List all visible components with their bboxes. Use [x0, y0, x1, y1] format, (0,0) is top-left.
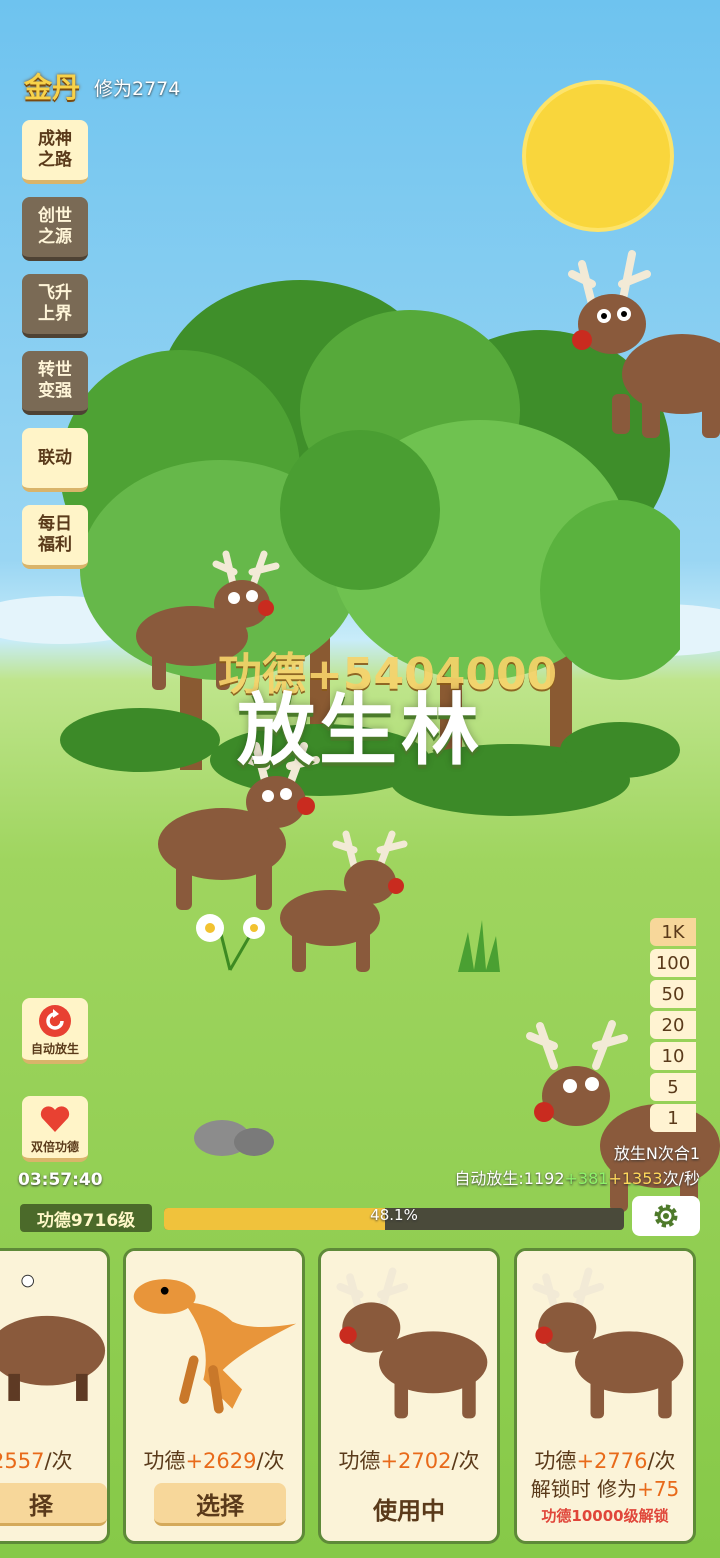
origin-of-creation-button[interactable]: 创世 之源 — [22, 197, 88, 261]
collab-button[interactable]: 联动 — [22, 428, 88, 492]
select-button[interactable]: 择 — [0, 1483, 107, 1526]
scene-title: 放生林 — [236, 686, 483, 776]
refresh-icon — [39, 1005, 71, 1037]
reindeer-sprite — [568, 250, 720, 438]
animal-card-boar[interactable]: 2557/次 择 — [0, 1248, 110, 1544]
ascension-button[interactable]: 飞升 上界 — [22, 274, 88, 338]
card-merit: 2557/次 — [0, 1449, 73, 1473]
road-to-godhood-button[interactable]: 成神 之路 — [22, 120, 88, 184]
sun-icon — [522, 80, 674, 232]
auto-release-rate: 自动放生:1192+381+1353次/秒 — [454, 1169, 700, 1188]
multiplier-100[interactable]: 100 — [650, 949, 696, 977]
realm-label: 金丹 — [24, 71, 81, 104]
game-scene: 金丹 修为2774 成神 之路 创世 之源 飞升 上界 转世 变强 联动 每日 … — [0, 0, 720, 1558]
rocks — [194, 1120, 274, 1156]
reindeer-icon — [517, 1251, 693, 1431]
multiplier-5[interactable]: 5 — [650, 1073, 696, 1101]
unlock-requirement: 功德10000级解锁 — [541, 1507, 669, 1525]
animal-card-reindeer-locked[interactable]: 功德+2776/次 解锁时 修为+75 功德10000级解锁 — [514, 1248, 696, 1544]
raptor-icon — [126, 1251, 302, 1431]
reindeer-sprite — [280, 830, 408, 972]
animal-card-reindeer-active[interactable]: 功德+2702/次 使用中 — [318, 1248, 500, 1544]
auto-release-button[interactable]: 自动放生 — [22, 998, 88, 1064]
multiplier-20[interactable]: 20 — [650, 1011, 696, 1039]
card-merit: 功德+2776/次 — [534, 1449, 676, 1473]
boost-timer: 03:57:40 — [18, 1170, 103, 1190]
card-merit: 功德+2702/次 — [338, 1449, 480, 1473]
boar-icon — [0, 1251, 107, 1431]
multiplier-1k[interactable]: 1K — [650, 918, 696, 946]
double-merit-button[interactable]: 双倍功德 — [22, 1096, 88, 1162]
merit-level-tag: 功德9716级 — [20, 1204, 152, 1232]
select-button[interactable]: 选择 — [154, 1483, 286, 1526]
auto-release-label: 自动放生 — [30, 1042, 79, 1056]
heart-icon — [40, 1106, 70, 1132]
unlock-bonus: 解锁时 修为+75 — [530, 1477, 680, 1501]
multiplier-1[interactable]: 1 — [650, 1104, 696, 1132]
settings-button[interactable] — [632, 1196, 700, 1236]
daily-rewards-button[interactable]: 每日 福利 — [22, 505, 88, 569]
multiplier-10[interactable]: 10 — [650, 1042, 696, 1070]
reincarnation-button[interactable]: 转世 变强 — [22, 351, 88, 415]
level-progress-text: 48.1% — [370, 1206, 418, 1224]
multiplier-50[interactable]: 50 — [650, 980, 696, 1008]
reindeer-icon — [321, 1251, 497, 1431]
grass-tuft — [458, 920, 500, 972]
card-merit: 功德+2629/次 — [143, 1449, 285, 1473]
double-merit-label: 双倍功德 — [30, 1140, 79, 1154]
gear-icon — [654, 1204, 678, 1228]
release-merge-info: 放生N次合1 — [613, 1144, 700, 1163]
cultivation-value: 修为2774 — [94, 78, 181, 100]
in-use-label: 使用中 — [373, 1497, 445, 1525]
animal-card-raptor[interactable]: 功德+2629/次 选择 — [123, 1248, 305, 1544]
